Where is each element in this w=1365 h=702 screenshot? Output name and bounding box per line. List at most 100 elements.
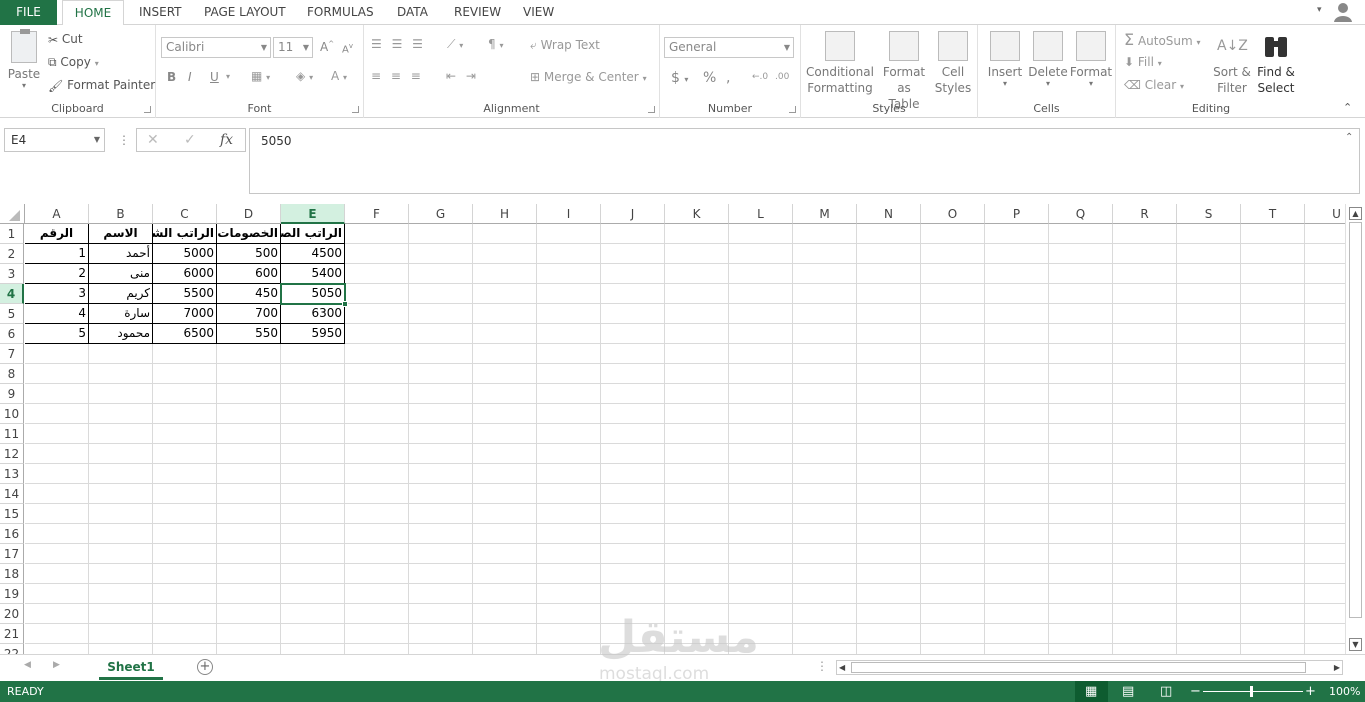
cell-q5[interactable] — [1049, 304, 1113, 324]
cell-s18[interactable] — [1177, 564, 1241, 584]
clipboard-launcher-icon[interactable] — [144, 106, 151, 113]
cell-u16[interactable] — [1305, 524, 1345, 544]
cell-k3[interactable] — [665, 264, 729, 284]
scroll-down-icon[interactable]: ▼ — [1349, 638, 1362, 651]
prev-sheet-icon[interactable]: ◀ — [24, 660, 31, 670]
cell-l5[interactable] — [729, 304, 793, 324]
cell-f18[interactable] — [345, 564, 409, 584]
cell-q7[interactable] — [1049, 344, 1113, 364]
cell-b17[interactable] — [89, 544, 153, 564]
cell-d16[interactable] — [217, 524, 281, 544]
cell-m9[interactable] — [793, 384, 857, 404]
cell-l2[interactable] — [729, 244, 793, 264]
cell-e19[interactable] — [281, 584, 345, 604]
borders-button[interactable]: ▦ ▾ — [251, 69, 270, 83]
cell-k1[interactable] — [665, 224, 729, 244]
cell-e7[interactable] — [281, 344, 345, 364]
cell-n11[interactable] — [857, 424, 921, 444]
cell-u3[interactable] — [1305, 264, 1345, 284]
cell-e8[interactable] — [281, 364, 345, 384]
row-header-18[interactable]: 18 — [0, 564, 24, 584]
cell-d17[interactable] — [217, 544, 281, 564]
row-header-1[interactable]: 1 — [0, 224, 24, 244]
cell-h9[interactable] — [473, 384, 537, 404]
zoom-slider-thumb[interactable] — [1250, 686, 1253, 697]
cell-i8[interactable] — [537, 364, 601, 384]
cell-t15[interactable] — [1241, 504, 1305, 524]
zoom-out-icon[interactable]: − — [1190, 681, 1201, 702]
cell-u12[interactable] — [1305, 444, 1345, 464]
formula-bar-menu-icon[interactable]: ⋮ — [118, 128, 130, 152]
cell-d14[interactable] — [217, 484, 281, 504]
percent-button[interactable]: % — [703, 70, 716, 86]
indent-buttons[interactable]: ⇤ ⇥ — [446, 69, 479, 83]
cell-a20[interactable] — [25, 604, 89, 624]
cell-u10[interactable] — [1305, 404, 1345, 424]
table-cell-b2[interactable]: أحمد — [89, 244, 153, 264]
cell-o12[interactable] — [921, 444, 985, 464]
cell-k13[interactable] — [665, 464, 729, 484]
cell-l18[interactable] — [729, 564, 793, 584]
cell-p13[interactable] — [985, 464, 1049, 484]
cell-k8[interactable] — [665, 364, 729, 384]
cell-l4[interactable] — [729, 284, 793, 304]
cell-q1[interactable] — [1049, 224, 1113, 244]
cell-f22[interactable] — [345, 644, 409, 654]
cell-f17[interactable] — [345, 544, 409, 564]
cell-l6[interactable] — [729, 324, 793, 344]
cell-u19[interactable] — [1305, 584, 1345, 604]
cell-l19[interactable] — [729, 584, 793, 604]
tab-split-handle-icon[interactable]: ⋮ — [816, 659, 828, 673]
cell-g1[interactable] — [409, 224, 473, 244]
cell-b13[interactable] — [89, 464, 153, 484]
cell-i5[interactable] — [537, 304, 601, 324]
cell-o15[interactable] — [921, 504, 985, 524]
cell-r8[interactable] — [1113, 364, 1177, 384]
cell-n4[interactable] — [857, 284, 921, 304]
cell-j8[interactable] — [601, 364, 665, 384]
cell-n5[interactable] — [857, 304, 921, 324]
cell-r14[interactable] — [1113, 484, 1177, 504]
cell-i12[interactable] — [537, 444, 601, 464]
cell-o4[interactable] — [921, 284, 985, 304]
cell-i13[interactable] — [537, 464, 601, 484]
cell-q8[interactable] — [1049, 364, 1113, 384]
cell-a16[interactable] — [25, 524, 89, 544]
cell-j12[interactable] — [601, 444, 665, 464]
cell-u18[interactable] — [1305, 564, 1345, 584]
cell-c13[interactable] — [153, 464, 217, 484]
cell-m1[interactable] — [793, 224, 857, 244]
underline-dropdown-icon[interactable]: ▾ — [226, 72, 230, 81]
cell-e9[interactable] — [281, 384, 345, 404]
table-cell-d4[interactable]: 450 — [217, 284, 281, 304]
cell-o13[interactable] — [921, 464, 985, 484]
cell-t11[interactable] — [1241, 424, 1305, 444]
cell-r13[interactable] — [1113, 464, 1177, 484]
cell-o5[interactable] — [921, 304, 985, 324]
table-cell-d3[interactable]: 600 — [217, 264, 281, 284]
column-header-g[interactable]: G — [409, 204, 473, 224]
cell-s12[interactable] — [1177, 444, 1241, 464]
cell-h12[interactable] — [473, 444, 537, 464]
cell-f8[interactable] — [345, 364, 409, 384]
cell-s10[interactable] — [1177, 404, 1241, 424]
cell-t3[interactable] — [1241, 264, 1305, 284]
number-format-combo[interactable]: General ▼ — [664, 37, 794, 58]
cell-o11[interactable] — [921, 424, 985, 444]
cell-g20[interactable] — [409, 604, 473, 624]
cell-g16[interactable] — [409, 524, 473, 544]
cell-j11[interactable] — [601, 424, 665, 444]
cell-k14[interactable] — [665, 484, 729, 504]
font-color-button[interactable]: A ▾ — [331, 69, 347, 83]
next-sheet-icon[interactable]: ▶ — [53, 660, 60, 670]
cell-h4[interactable] — [473, 284, 537, 304]
cell-k15[interactable] — [665, 504, 729, 524]
table-header-cell[interactable]: الاسم — [89, 224, 153, 244]
tab-view[interactable]: VIEW — [523, 0, 554, 25]
cell-l3[interactable] — [729, 264, 793, 284]
cell-h10[interactable] — [473, 404, 537, 424]
cell-m15[interactable] — [793, 504, 857, 524]
cell-d21[interactable] — [217, 624, 281, 644]
table-cell-e6[interactable]: 5950 — [281, 324, 345, 344]
cell-a13[interactable] — [25, 464, 89, 484]
